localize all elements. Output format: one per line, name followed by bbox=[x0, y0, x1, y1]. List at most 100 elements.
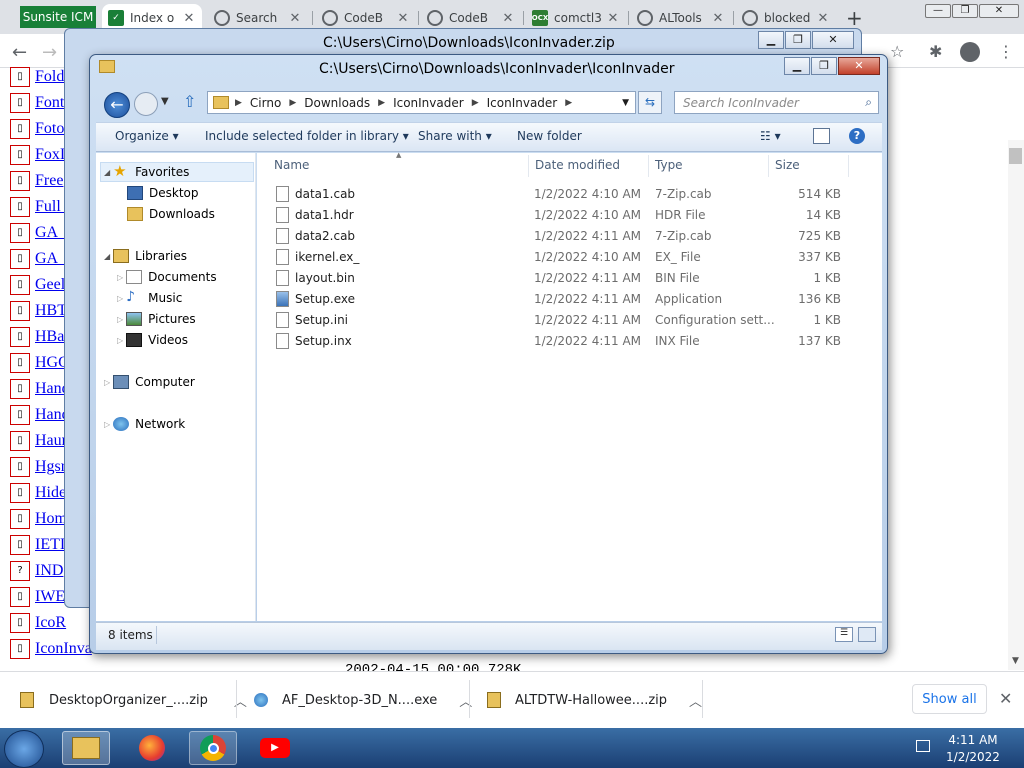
details-view-icon[interactable]: ☰ bbox=[835, 627, 853, 642]
nav-item-pictures[interactable]: ▷ Pictures bbox=[117, 312, 196, 326]
file-row[interactable]: Setup.exe 1/2/2022 4:11 AM Application 136 … bbox=[270, 289, 870, 309]
page-file-link[interactable]: Geel bbox=[35, 276, 65, 294]
page-file-link[interactable]: Hom bbox=[35, 510, 67, 528]
page-file-link[interactable]: GA_ bbox=[35, 250, 66, 268]
youtube-taskbar-icon[interactable]: ▶ bbox=[251, 731, 299, 765]
breadcrumb-downloads[interactable]: Downloads bbox=[304, 96, 370, 110]
clock-date[interactable]: 1/2/2022 bbox=[936, 750, 1010, 764]
organize-button[interactable]: Organize ▾ bbox=[115, 129, 179, 143]
close-tab-icon[interactable]: ✕ bbox=[396, 11, 410, 26]
file-row[interactable]: layout.bin 1/2/2022 4:11 AM BIN File 1 KB bbox=[270, 268, 870, 288]
page-file-link[interactable]: HBa bbox=[35, 328, 64, 346]
back-arrow-icon[interactable]: ← bbox=[12, 42, 27, 63]
computer-node[interactable]: ▷ Computer bbox=[104, 375, 195, 389]
page-file-link[interactable]: IND bbox=[35, 562, 63, 580]
page-file-link[interactable]: Font bbox=[35, 94, 64, 112]
close-tab-icon[interactable]: ✕ bbox=[816, 11, 830, 26]
page-file-link[interactable]: Hide bbox=[35, 484, 66, 502]
download-item-3[interactable]: ALTDTW-Hallowee....zip ︿ bbox=[487, 690, 702, 710]
network-tray-icon[interactable] bbox=[916, 740, 930, 752]
close-tab-icon[interactable]: ✕ bbox=[606, 11, 620, 26]
page-file-link[interactable]: Foto bbox=[35, 120, 64, 138]
download-item-2[interactable]: AF_Desktop-3D_N....exe ︿ bbox=[254, 690, 472, 710]
search-input[interactable]: Search IconInvader ⌕ bbox=[674, 91, 879, 114]
menu-dots-icon[interactable]: ⋮ bbox=[998, 42, 1014, 61]
page-file-link[interactable]: Hgsr bbox=[35, 458, 66, 476]
page-file-link[interactable]: IWE bbox=[35, 588, 65, 606]
page-file-link[interactable]: Free bbox=[35, 172, 63, 190]
close-tab-icon[interactable]: ✕ bbox=[501, 11, 515, 26]
nav-item-documents[interactable]: ▷ Documents bbox=[117, 270, 217, 284]
column-size[interactable]: Size bbox=[775, 158, 800, 172]
close-icon[interactable]: ✕ bbox=[979, 4, 1019, 18]
nav-item-downloads[interactable]: Downloads bbox=[127, 207, 215, 221]
page-file-link[interactable]: IcoR bbox=[35, 614, 66, 632]
page-file-link[interactable]: GA_ bbox=[35, 224, 66, 242]
minimize-icon[interactable]: ▁ bbox=[758, 31, 784, 49]
recent-pages-icon[interactable]: ▼ bbox=[161, 96, 169, 107]
minimize-icon[interactable]: — bbox=[925, 4, 951, 18]
page-file-link[interactable]: HBT bbox=[35, 302, 67, 320]
nav-item-desktop[interactable]: Desktop bbox=[127, 186, 199, 200]
chevron-down-icon[interactable]: ▼ bbox=[622, 98, 629, 108]
file-row[interactable]: Setup.inx 1/2/2022 4:11 AM INX File 137 KB bbox=[270, 331, 870, 351]
favorites-node[interactable]: ◢ ★ Favorites bbox=[104, 164, 189, 180]
page-file-link[interactable]: IETI bbox=[35, 536, 65, 554]
nav-item-videos[interactable]: ▷ Videos bbox=[117, 333, 188, 347]
help-icon[interactable]: ? bbox=[849, 128, 865, 144]
close-icon[interactable]: ✕ bbox=[812, 31, 854, 49]
maximize-icon[interactable]: ❐ bbox=[811, 57, 837, 75]
breadcrumb-iconinvader-sub[interactable]: IconInvader bbox=[487, 96, 558, 110]
page-file-link[interactable]: FoxI bbox=[35, 146, 65, 164]
large-icons-view-icon[interactable] bbox=[858, 627, 876, 642]
column-divider[interactable] bbox=[848, 155, 849, 177]
scroll-down-icon[interactable]: ▼ bbox=[1012, 656, 1019, 666]
column-divider[interactable] bbox=[528, 155, 529, 177]
forward-arrow-icon[interactable]: → bbox=[42, 42, 57, 63]
column-divider[interactable] bbox=[648, 155, 649, 177]
file-row[interactable]: data1.cab 1/2/2022 4:10 AM 7-Zip.cab 514 KB bbox=[270, 184, 870, 204]
page-scrollbar[interactable] bbox=[1008, 140, 1024, 670]
breadcrumb-cirno[interactable]: Cirno bbox=[250, 96, 281, 110]
show-all-button[interactable]: Show all bbox=[912, 684, 987, 714]
refresh-icon[interactable]: ⇆ bbox=[638, 91, 662, 114]
page-file-link[interactable]: Fold bbox=[35, 68, 64, 86]
scroll-thumb[interactable] bbox=[1009, 148, 1022, 164]
column-divider[interactable] bbox=[768, 155, 769, 177]
libraries-node[interactable]: ◢ Libraries bbox=[104, 249, 187, 263]
chevron-up-icon[interactable]: ︿ bbox=[689, 691, 702, 710]
file-row[interactable]: data2.cab 1/2/2022 4:11 AM 7-Zip.cab 725 KB bbox=[270, 226, 870, 246]
column-name[interactable]: Name bbox=[274, 158, 309, 172]
column-date-modified[interactable]: Date modified bbox=[535, 158, 620, 172]
column-type[interactable]: Type bbox=[655, 158, 683, 172]
tab-sunsite[interactable]: Sunsite ICM bbox=[20, 6, 96, 28]
new-folder-button[interactable]: New folder bbox=[517, 129, 582, 143]
preview-pane-icon[interactable] bbox=[813, 128, 830, 144]
share-with-button[interactable]: Share with ▾ bbox=[418, 129, 492, 143]
maximize-icon[interactable]: ❐ bbox=[785, 31, 811, 49]
close-tab-icon[interactable]: ✕ bbox=[711, 11, 725, 26]
nav-item-music[interactable]: ▷ ♪ Music bbox=[117, 290, 182, 305]
start-button[interactable] bbox=[4, 730, 44, 768]
network-node[interactable]: ▷ Network bbox=[104, 417, 185, 431]
back-icon[interactable]: ← bbox=[104, 92, 130, 118]
star-icon[interactable]: ☆ bbox=[890, 42, 904, 61]
close-icon[interactable]: ✕ bbox=[838, 57, 880, 75]
maximize-icon[interactable]: ❐ bbox=[952, 4, 978, 18]
firefox-taskbar-icon[interactable] bbox=[128, 731, 176, 765]
close-downloads-icon[interactable]: ✕ bbox=[999, 689, 1012, 708]
close-tab-icon[interactable]: ✕ bbox=[182, 11, 196, 26]
download-item-1[interactable]: DesktopOrganizer_....zip ︿ bbox=[20, 690, 247, 710]
file-row[interactable]: ikernel.ex_ 1/2/2022 4:10 AM EX_ File 337 K… bbox=[270, 247, 870, 267]
explorer-taskbar-icon[interactable] bbox=[62, 731, 110, 765]
profile-avatar[interactable] bbox=[960, 42, 980, 62]
chrome-taskbar-icon[interactable] bbox=[189, 731, 237, 765]
new-tab-button[interactable]: + bbox=[846, 6, 863, 30]
up-folder-icon[interactable]: ⇧ bbox=[183, 92, 196, 111]
forward-icon[interactable] bbox=[134, 92, 158, 116]
extensions-icon[interactable]: ✱ bbox=[929, 42, 942, 61]
breadcrumb-iconinvader[interactable]: IconInvader bbox=[393, 96, 464, 110]
chevron-up-icon[interactable]: ︿ bbox=[459, 691, 472, 710]
file-row[interactable]: data1.hdr 1/2/2022 4:10 AM HDR File 14 KB bbox=[270, 205, 870, 225]
include-library-button[interactable]: Include selected folder in library ▾ bbox=[205, 129, 409, 143]
